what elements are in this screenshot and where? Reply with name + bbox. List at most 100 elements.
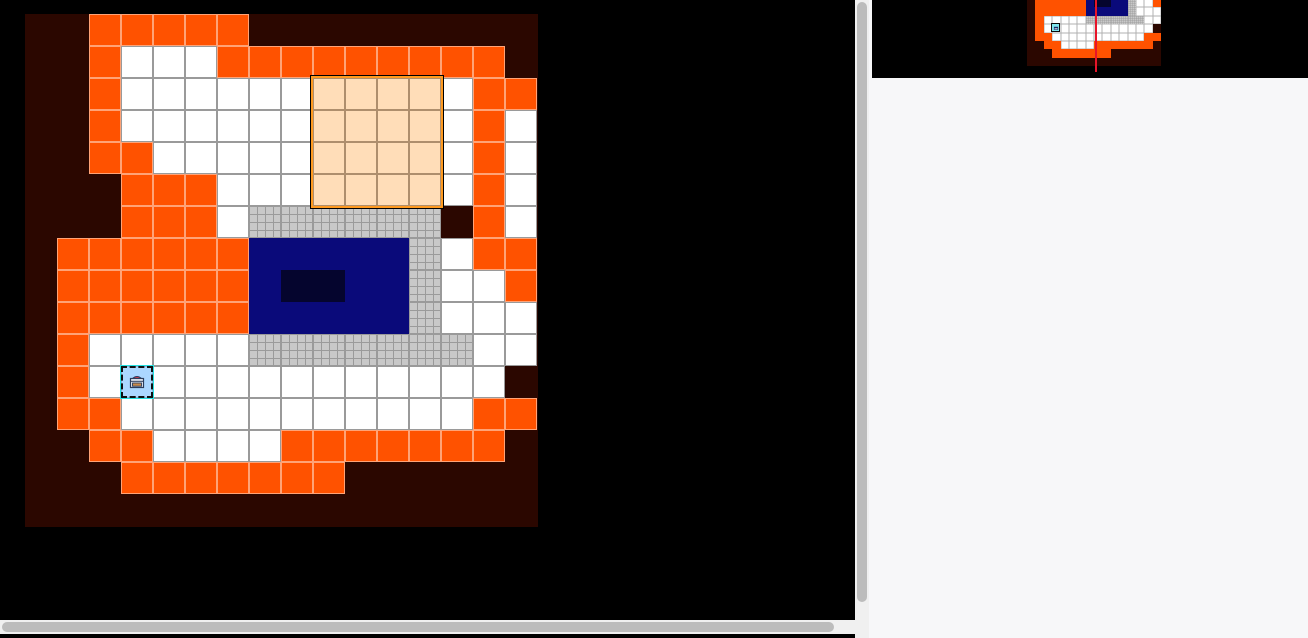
map-tile[interactable] (409, 398, 441, 430)
map-tile[interactable] (441, 334, 473, 366)
map-tile[interactable] (249, 302, 281, 334)
map-tile-layer[interactable] (25, 14, 538, 527)
map-tile[interactable] (313, 430, 345, 462)
map-tile[interactable] (441, 142, 473, 174)
map-tile[interactable] (377, 142, 409, 174)
map-tile[interactable] (89, 110, 121, 142)
map-tile[interactable] (345, 430, 377, 462)
map-tile[interactable] (281, 174, 313, 206)
map-tile[interactable] (505, 238, 537, 270)
map-tile[interactable] (281, 270, 313, 302)
map-tile[interactable] (345, 46, 377, 78)
map-tile[interactable] (281, 302, 313, 334)
map-tile[interactable] (441, 430, 473, 462)
map-tile[interactable] (473, 270, 505, 302)
map-tile[interactable] (185, 14, 217, 46)
map-tile[interactable] (89, 142, 121, 174)
map-tile[interactable] (185, 398, 217, 430)
map-tile[interactable] (345, 238, 377, 270)
map-tile[interactable] (473, 238, 505, 270)
map-tile[interactable] (409, 174, 441, 206)
map-tile[interactable] (473, 430, 505, 462)
map-tile[interactable] (409, 110, 441, 142)
map-tile[interactable] (217, 366, 249, 398)
map-tile[interactable] (89, 366, 121, 398)
map-tile[interactable] (313, 110, 345, 142)
minimap-panel[interactable] (872, 0, 1308, 78)
map-tile[interactable] (217, 14, 249, 46)
map-tile[interactable] (473, 174, 505, 206)
map-tile[interactable] (185, 174, 217, 206)
map-tile[interactable] (441, 302, 473, 334)
map-tile[interactable] (505, 78, 537, 110)
map-tile[interactable] (377, 46, 409, 78)
map-tile[interactable] (217, 238, 249, 270)
map-tile[interactable] (185, 334, 217, 366)
map-tile[interactable] (441, 238, 473, 270)
map-tile[interactable] (185, 366, 217, 398)
map-tile[interactable] (313, 174, 345, 206)
map-tile[interactable] (121, 110, 153, 142)
map-tile[interactable] (313, 334, 345, 366)
map-tile[interactable] (217, 270, 249, 302)
map-tile[interactable] (345, 270, 377, 302)
map-tile[interactable] (185, 430, 217, 462)
map-tile[interactable] (153, 398, 185, 430)
map-tile[interactable] (153, 78, 185, 110)
map-tile[interactable] (217, 110, 249, 142)
map-tile[interactable] (57, 334, 89, 366)
map-tile[interactable] (441, 398, 473, 430)
map-tile[interactable] (473, 110, 505, 142)
map-tile[interactable] (185, 302, 217, 334)
map-tile[interactable] (377, 238, 409, 270)
map-tile[interactable] (409, 238, 441, 270)
map-tile[interactable] (377, 206, 409, 238)
map-tile[interactable] (249, 270, 281, 302)
map-tile[interactable] (281, 110, 313, 142)
map-tile[interactable] (153, 110, 185, 142)
map-tile[interactable] (121, 78, 153, 110)
map-tile[interactable] (473, 46, 505, 78)
map-tile[interactable] (345, 366, 377, 398)
map-tile[interactable] (281, 206, 313, 238)
map-tile[interactable] (249, 334, 281, 366)
map-tile[interactable] (473, 142, 505, 174)
map-tile[interactable] (185, 110, 217, 142)
map-tile[interactable] (217, 46, 249, 78)
map-tile[interactable] (89, 46, 121, 78)
map-tile[interactable] (153, 334, 185, 366)
map-tile[interactable] (121, 462, 153, 494)
map-tile[interactable] (377, 398, 409, 430)
map-tile[interactable] (345, 142, 377, 174)
map-tile[interactable] (121, 174, 153, 206)
map-tile[interactable] (345, 334, 377, 366)
selected-object-marker[interactable] (120, 365, 154, 399)
map-tile[interactable] (281, 430, 313, 462)
map-tile[interactable] (185, 46, 217, 78)
map-horizontal-scroll-thumb[interactable] (2, 622, 834, 632)
map-tile[interactable] (377, 366, 409, 398)
map-tile[interactable] (89, 430, 121, 462)
map-tile[interactable] (313, 270, 345, 302)
map-tile[interactable] (441, 270, 473, 302)
map-tile[interactable] (89, 398, 121, 430)
map-tile[interactable] (153, 366, 185, 398)
map-tile[interactable] (377, 110, 409, 142)
map-tile[interactable] (153, 14, 185, 46)
map-tile[interactable] (505, 206, 537, 238)
map-tile[interactable] (505, 398, 537, 430)
map-tile[interactable] (249, 462, 281, 494)
map-tile[interactable] (281, 366, 313, 398)
map-tile[interactable] (121, 206, 153, 238)
map-tile[interactable] (89, 238, 121, 270)
map-vertical-scroll-thumb[interactable] (857, 2, 867, 602)
map-tile[interactable] (409, 46, 441, 78)
map-tile[interactable] (121, 142, 153, 174)
map-tile[interactable] (313, 238, 345, 270)
map-tile[interactable] (249, 142, 281, 174)
map-tile[interactable] (121, 270, 153, 302)
map-tile[interactable] (441, 366, 473, 398)
map-tile[interactable] (89, 78, 121, 110)
map-tile[interactable] (249, 110, 281, 142)
map-tile[interactable] (409, 366, 441, 398)
